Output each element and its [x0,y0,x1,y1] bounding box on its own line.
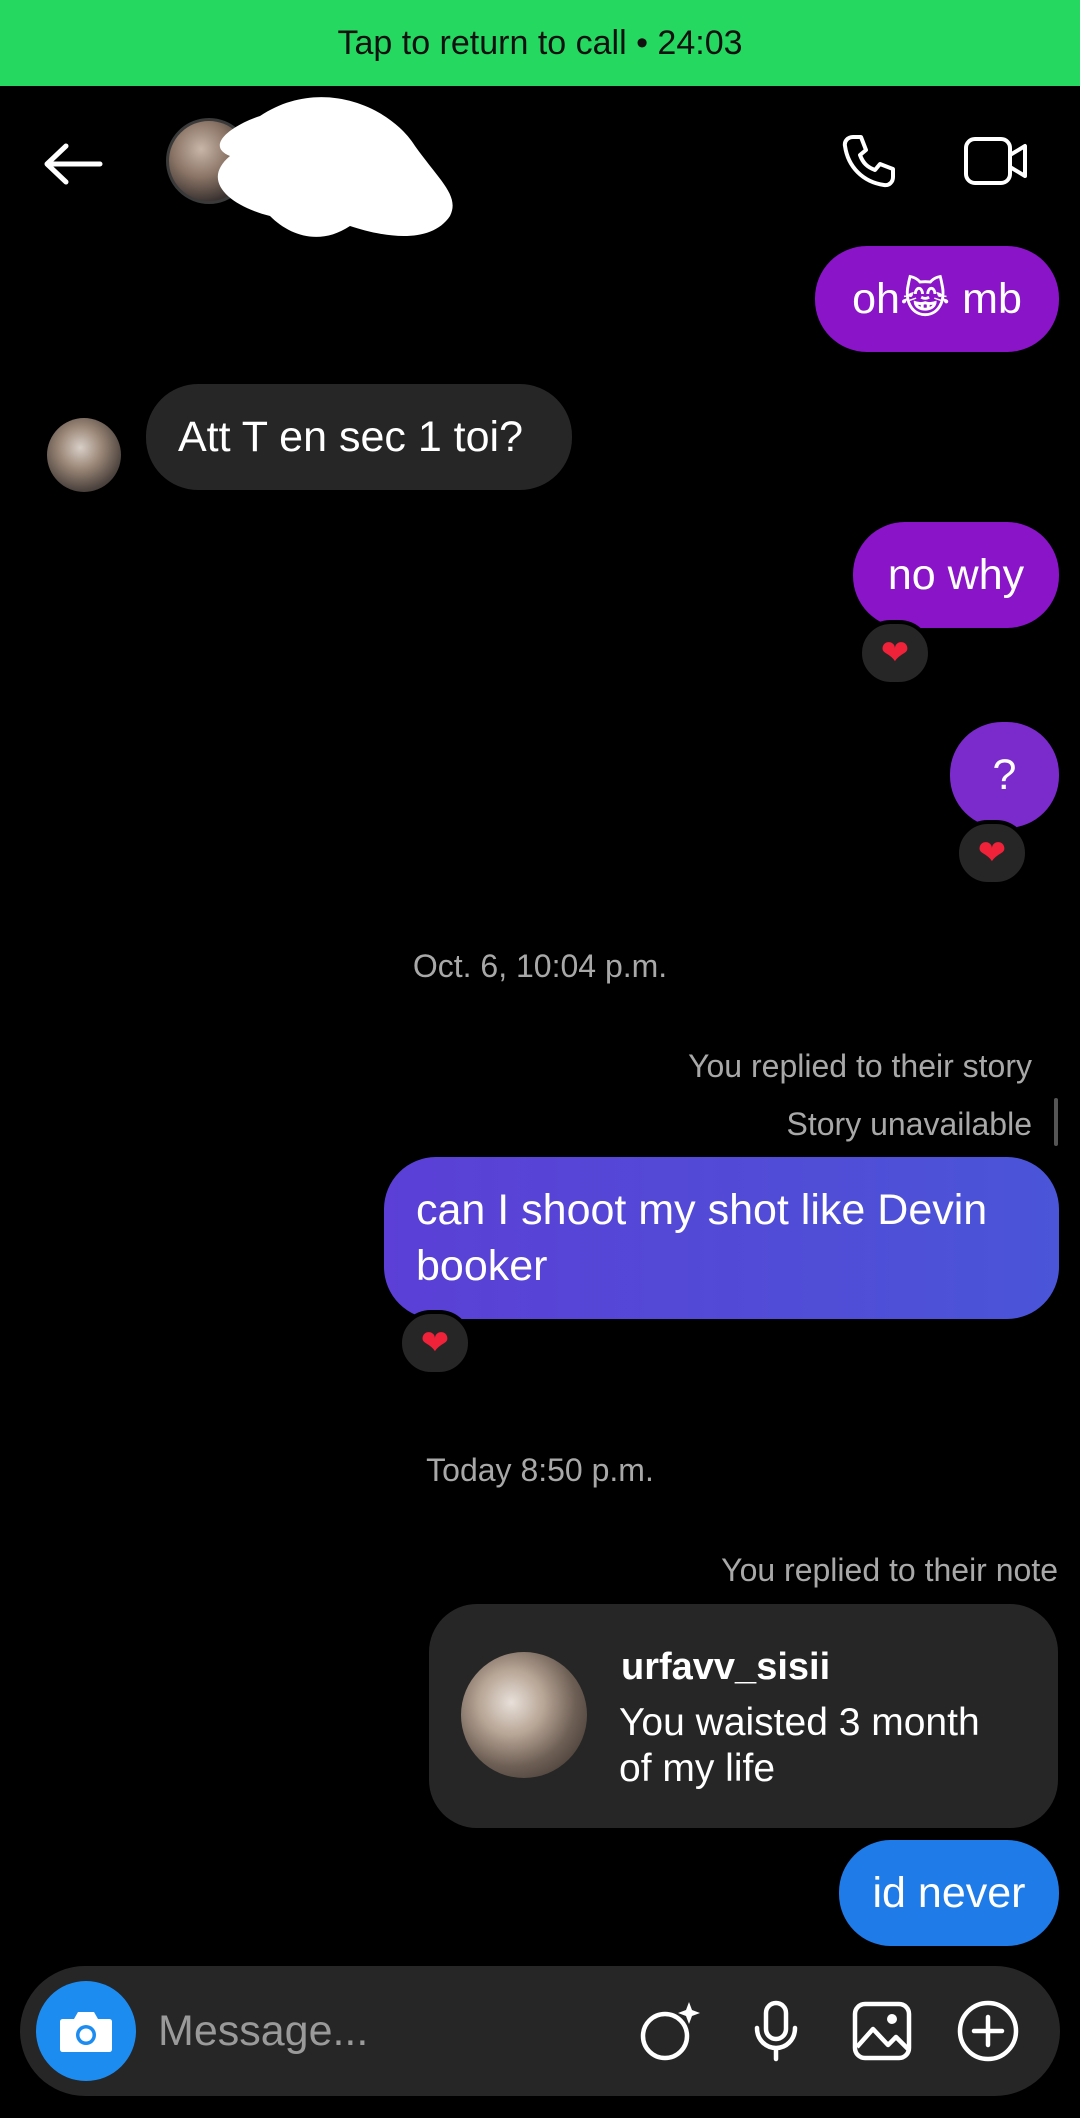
message-text: ? [992,751,1017,799]
message-input[interactable] [158,1996,628,2066]
note-reply-label: You replied to their note [721,1552,1058,1588]
story-reply-indicator [1054,1098,1058,1146]
chat-header [0,86,1080,237]
heart-reaction[interactable]: ❤ [858,620,932,686]
sender-avatar[interactable] [47,418,121,492]
chat-screen: Tap to return to call • 24:03 oh😹 mb Att… [0,0,1080,2118]
timestamp: Today 8:50 p.m. [426,1452,654,1488]
received-message-bubble[interactable]: Att T en sec 1 toi? [146,384,572,490]
heart-reaction[interactable]: ❤ [955,820,1029,886]
audio-call-button[interactable] [834,126,904,196]
note-author-avatar [461,1652,587,1778]
plus-circle-icon [957,2000,1019,2062]
heart-icon: ❤ [880,634,910,672]
microphone-icon [754,2000,798,2062]
sticker-sparkle-icon [640,2002,700,2061]
message-text: id never [872,1869,1026,1917]
timestamp: Oct. 6, 10:04 p.m. [412,948,668,984]
sent-message-bubble[interactable]: ? [950,722,1059,828]
more-options-button[interactable] [953,1996,1023,2066]
message-text: oh😹 mb [852,275,1022,323]
heart-icon: ❤ [420,1324,450,1362]
gallery-icon [852,2001,912,2061]
gallery-button[interactable] [847,1996,917,2066]
replied-note-card[interactable]: urfavv_sisii You waisted 3 month of my l… [429,1604,1058,1828]
note-text: You waisted 3 month of my life [619,1701,980,1790]
sent-message-bubble[interactable]: id never [839,1840,1059,1946]
redaction-scribble [217,97,453,237]
story-reply-label: You replied to their story [688,1048,1032,1084]
message-text: Att T en sec 1 toi? [178,413,524,461]
back-button[interactable] [38,134,108,194]
return-to-call-banner[interactable]: Tap to return to call • 24:03 [0,0,1080,86]
phone-icon [842,135,895,188]
camera-icon [60,2012,112,2052]
camera-button[interactable] [36,1981,136,2081]
voice-message-button[interactable] [741,1996,811,2066]
note-username: urfavv_sisii [621,1646,831,1688]
video-camera-icon [964,137,1027,185]
video-call-button[interactable] [956,126,1036,196]
call-banner-text: Tap to return to call • 24:03 [337,23,743,62]
arrow-left-icon [44,143,103,185]
sent-message-bubble[interactable]: oh😹 mb [815,246,1059,352]
heart-reaction[interactable]: ❤ [398,1310,472,1376]
sent-message-bubble[interactable]: no why [853,522,1059,628]
story-unavailable-label: Story unavailable [786,1106,1032,1142]
message-text: no why [887,551,1025,599]
message-text: can I shoot my shot like Devin booker [416,1186,988,1290]
sticker-button[interactable] [635,1996,705,2066]
sent-message-bubble[interactable]: can I shoot my shot like Devin booker [384,1157,1059,1319]
heart-icon: ❤ [977,834,1007,872]
message-composer [20,1966,1060,2096]
